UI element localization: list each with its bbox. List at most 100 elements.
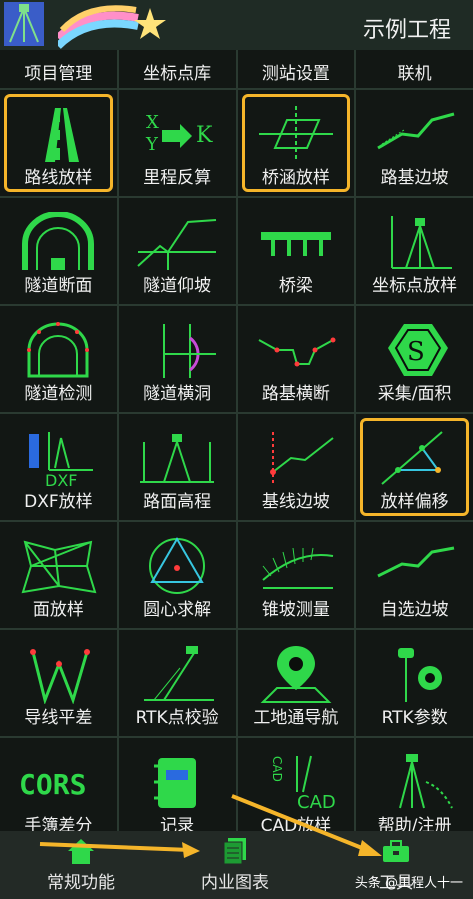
rtk-params-icon bbox=[397, 648, 442, 702]
menu-label: 路线放样 bbox=[24, 168, 93, 188]
menu-label: 采集/面积 bbox=[377, 384, 452, 404]
culvert-icon bbox=[258, 106, 333, 162]
surface-stakeout-icon bbox=[21, 540, 97, 594]
menu-tunnel-inspect[interactable]: 隧道检测 bbox=[0, 306, 117, 412]
menu-dxf-stakeout[interactable]: DXF DXF放样 bbox=[0, 414, 117, 520]
menu-label: 锥坡测量 bbox=[261, 600, 330, 620]
toolbox-icon bbox=[383, 840, 409, 862]
menu-cross-tunnel[interactable]: 隧道横洞 bbox=[118, 306, 236, 412]
custom-slope-icon bbox=[376, 546, 454, 578]
svg-text:CAD: CAD bbox=[270, 756, 284, 782]
circle-center-icon bbox=[149, 537, 206, 594]
home-icon bbox=[68, 839, 94, 864]
menu-label: 路面高程 bbox=[143, 492, 212, 512]
menu-label: 导线平差 bbox=[24, 708, 93, 728]
menu-record[interactable]: 记录 bbox=[118, 738, 236, 844]
menu-subgrade-cross-section[interactable]: 路基横断 bbox=[237, 306, 355, 412]
cors-icon: CORS bbox=[19, 768, 86, 801]
traverse-adjust-icon bbox=[30, 649, 91, 704]
menu-label: 面放样 bbox=[32, 600, 84, 620]
collect-area-icon: S bbox=[387, 324, 448, 376]
slope-icon bbox=[376, 112, 455, 150]
menu-label: 放样偏移 bbox=[380, 492, 449, 512]
menu-label: 自选边坡 bbox=[380, 600, 449, 620]
menu-label: 工地通导航 bbox=[253, 708, 339, 728]
menu-project-manage[interactable]: 项目管理 bbox=[0, 50, 117, 88]
tunnel-inspect-icon bbox=[27, 322, 90, 378]
menu-station-setup[interactable]: 测站设置 bbox=[237, 50, 355, 88]
svg-text:K: K bbox=[196, 123, 213, 148]
menu-culvert-stakeout[interactable]: 桥涵放样 bbox=[237, 90, 355, 196]
page-title: 示例工程 bbox=[362, 18, 451, 43]
app-header: 示例工程 bbox=[0, 0, 473, 50]
menu-offset-stakeout[interactable]: 放样偏移 bbox=[356, 414, 473, 520]
menu-custom-slope[interactable]: 自选边坡 bbox=[356, 522, 473, 628]
menu-label: RTK参数 bbox=[381, 708, 448, 728]
menu-label: RTK点校验 bbox=[135, 708, 219, 728]
menu-tunnel-upslope[interactable]: 隧道仰坡 bbox=[118, 198, 236, 304]
tunnel-slope-icon bbox=[137, 219, 217, 270]
menu-site-navigation[interactable]: 工地通导航 bbox=[237, 630, 355, 736]
menu-collect-area[interactable]: S 采集/面积 bbox=[356, 306, 473, 412]
function-grid: 项目管理 坐标点库 测站设置 联机 路线放样 XY K 里程反算 桥涵放样 路基边… bbox=[0, 50, 473, 844]
help-register-icon bbox=[398, 754, 453, 809]
menu-circle-center[interactable]: 圆心求解 bbox=[118, 522, 236, 628]
menu-label: 项目管理 bbox=[24, 64, 93, 84]
menu-subgrade-slope[interactable]: 路基边坡 bbox=[356, 90, 473, 196]
menu-label: 里程反算 bbox=[143, 168, 212, 188]
offset-stakeout-icon bbox=[380, 431, 443, 485]
menu-help-register[interactable]: 帮助/注册 bbox=[356, 738, 473, 844]
menu-connect[interactable]: 联机 bbox=[356, 50, 473, 88]
menu-label: 隧道横洞 bbox=[143, 384, 212, 404]
svg-text:X: X bbox=[146, 112, 159, 133]
menu-pavement-elevation[interactable]: 路面高程 bbox=[118, 414, 236, 520]
xy-to-k-icon: XY K bbox=[145, 112, 213, 155]
cad-text: CAD bbox=[297, 792, 336, 812]
watermark: 头条 @工程人十一 bbox=[354, 876, 463, 891]
rainbow-star-icon bbox=[58, 5, 166, 49]
menu-point-stakeout[interactable]: 坐标点放样 bbox=[356, 198, 473, 304]
menu-bridge[interactable]: 桥梁 bbox=[237, 198, 355, 304]
menu-label: 桥涵放样 bbox=[261, 168, 330, 188]
menu-cad-stakeout[interactable]: CAD CAD CAD放样 bbox=[237, 738, 355, 844]
svg-text:S: S bbox=[407, 337, 425, 367]
pavement-elev-icon bbox=[140, 434, 215, 483]
menu-label: 联机 bbox=[397, 64, 432, 84]
menu-rtk-check[interactable]: RTK点校验 bbox=[118, 630, 236, 736]
dxf-text: DXF bbox=[45, 471, 77, 488]
menu-label: DXF放样 bbox=[24, 492, 93, 512]
menu-label: 隧道检测 bbox=[24, 384, 93, 404]
menu-handbook-diff[interactable]: CORS 手簿差分 bbox=[0, 738, 117, 844]
menu-label: 隧道断面 bbox=[24, 276, 93, 296]
navigation-icon bbox=[260, 646, 332, 703]
point-stakeout-icon bbox=[390, 216, 452, 269]
menu-cone-slope[interactable]: 锥坡测量 bbox=[237, 522, 355, 628]
menu-coordinate-library[interactable]: 坐标点库 bbox=[118, 50, 236, 88]
svg-text:Y: Y bbox=[145, 134, 159, 155]
tab-label: 内业图表 bbox=[201, 873, 269, 893]
menu-route-stakeout[interactable]: 路线放样 bbox=[0, 90, 117, 196]
menu-traverse-adjust[interactable]: 导线平差 bbox=[0, 630, 117, 736]
menu-label: 路基横断 bbox=[261, 384, 330, 404]
cross-tunnel-icon bbox=[163, 324, 217, 378]
menu-label: 坐标点库 bbox=[143, 64, 212, 84]
menu-mileage-reverse[interactable]: XY K 里程反算 bbox=[118, 90, 236, 196]
menu-label: 测站设置 bbox=[261, 64, 330, 84]
rtk-check-icon bbox=[144, 646, 215, 701]
tunnel-section-icon bbox=[22, 212, 95, 270]
tab-office-charts[interactable]: 内业图表 bbox=[180, 831, 290, 899]
menu-tunnel-section[interactable]: 隧道断面 bbox=[0, 198, 117, 304]
cone-slope-icon bbox=[262, 547, 334, 589]
cad-stakeout-icon: CAD CAD bbox=[270, 755, 336, 812]
notebook-icon bbox=[154, 758, 197, 808]
tab-regular-functions[interactable]: 常规功能 bbox=[26, 831, 136, 899]
bottom-nav: 常规功能 内业图表 工具 头条 @工程人十一 bbox=[0, 831, 473, 899]
menu-label: 圆心求解 bbox=[143, 600, 212, 620]
survey-logo-icon bbox=[4, 2, 44, 46]
menu-baseline-slope[interactable]: 基线边坡 bbox=[237, 414, 355, 520]
menu-surface-stakeout[interactable]: 面放样 bbox=[0, 522, 117, 628]
tab-label: 常规功能 bbox=[47, 873, 115, 893]
dxf-icon: DXF bbox=[29, 432, 94, 488]
menu-rtk-params[interactable]: RTK参数 bbox=[356, 630, 473, 736]
cors-text: CORS bbox=[19, 768, 86, 801]
